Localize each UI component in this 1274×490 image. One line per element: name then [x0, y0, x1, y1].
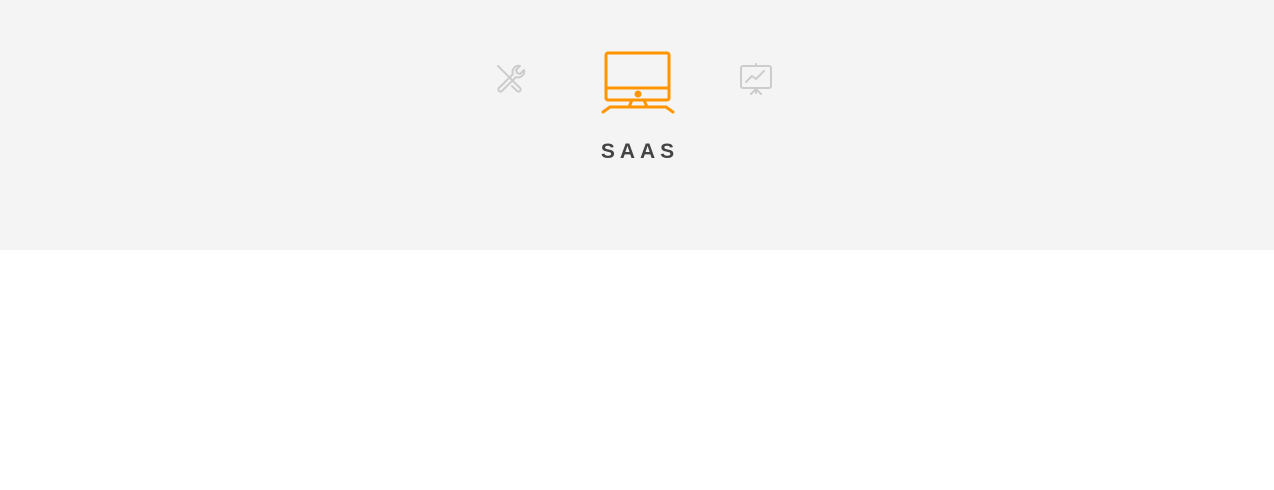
tab-saas[interactable]: SAAS: [600, 50, 676, 163]
tools-icon: [497, 64, 526, 93]
monitor-icon: [601, 51, 675, 114]
tab-label: SAAS: [600, 140, 680, 163]
tab-tools[interactable]: [494, 62, 528, 96]
tab-presentation[interactable]: [738, 62, 774, 98]
tab-selector-band: SAAS: [0, 0, 1274, 250]
presentation-chart-icon: [740, 63, 772, 95]
